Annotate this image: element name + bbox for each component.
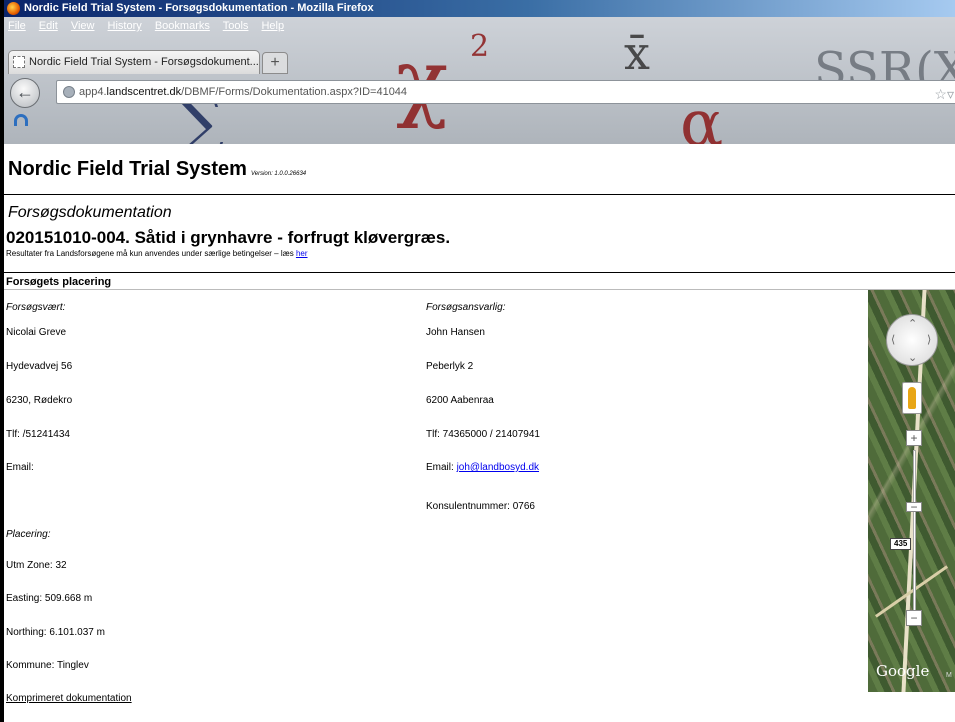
responsible-email-label: Email:: [426, 462, 454, 473]
host-name: Nicolai Greve: [6, 327, 67, 338]
northing: Northing: 6.101.037 m: [6, 627, 105, 638]
zoom-out-button[interactable]: −: [906, 610, 922, 626]
section-underline: [4, 289, 955, 290]
usage-notice-text: Resultater fra Landsforsøgene må kun anv…: [6, 249, 294, 258]
bookmark-star-icon[interactable]: ☆▿: [934, 83, 954, 105]
firefox-logo-icon: [7, 2, 20, 15]
tab-label: Nordic Field Trial System - Forsøgsdokum…: [29, 56, 259, 68]
host-label: Forsøgsvært:: [6, 302, 66, 313]
zoom-in-button[interactable]: +: [906, 430, 922, 446]
zoom-slider-track[interactable]: [913, 450, 916, 620]
street-view-pegman-icon[interactable]: [902, 382, 922, 414]
url-path: /DBMF/Forms/Dokumentation.aspx?ID=41044: [181, 86, 408, 98]
section-heading: Forsøgets placering: [6, 276, 112, 288]
responsible-city: 6200 Aabenraa: [426, 395, 494, 406]
window-titlebar: Nordic Field Trial System - Forsøgsdokum…: [4, 0, 955, 17]
responsible-email: Email: joh@landbosyd.dk: [426, 462, 539, 473]
url-prefix: app4.: [79, 86, 107, 98]
menu-bar: File Edit View History Bookmarks Tools H…: [4, 17, 955, 36]
pan-right-icon[interactable]: ⟩: [927, 333, 931, 346]
route-number-badge: 435: [890, 538, 912, 550]
url-domain: landscentret.dk: [106, 86, 182, 98]
section-divider: [4, 272, 955, 273]
utm-zone: Utm Zone: 32: [6, 560, 67, 571]
zoom-slider-handle[interactable]: −: [906, 501, 922, 513]
consultant-number: Konsulentnummer: 0766: [426, 501, 535, 512]
map-terms-label[interactable]: M: [946, 672, 952, 679]
pan-down-icon[interactable]: ⌄: [908, 351, 917, 364]
navigation-bar: ← app4.landscentret.dk/DBMF/Forms/Dokume…: [4, 74, 955, 108]
map-pan-control[interactable]: ⌃ ⌄ ⟨ ⟩: [886, 314, 938, 366]
menu-file[interactable]: File: [8, 20, 26, 32]
location-map[interactable]: ⌃ ⌄ ⟨ ⟩ + − − 435 Google M: [868, 290, 955, 692]
menu-edit[interactable]: Edit: [39, 20, 58, 32]
menu-help[interactable]: Help: [261, 20, 284, 32]
page-content: Nordic Field Trial System Version: 1.0.0.…: [4, 144, 955, 722]
page-favicon-icon: [13, 56, 25, 68]
usage-notice-link[interactable]: her: [296, 249, 308, 258]
menu-history[interactable]: History: [108, 20, 142, 32]
address-bar[interactable]: app4.landscentret.dk/DBMF/Forms/Dokument…: [56, 80, 955, 104]
new-tab-button[interactable]: +: [262, 52, 288, 74]
browser-tab[interactable]: Nordic Field Trial System - Forsøgsdokum…: [8, 50, 260, 74]
usage-notice: Resultater fra Landsforsøgene må kun anv…: [6, 249, 308, 258]
header-divider: [4, 194, 955, 195]
responsible-email-link[interactable]: joh@landbosyd.dk: [457, 462, 539, 473]
host-address: Hydevadvej 56: [6, 361, 73, 372]
responsible-phone: Tlf: 74365000 / 21407941: [426, 429, 540, 440]
system-title: Nordic Field Trial System Version: 1.0.0.…: [8, 158, 306, 181]
pan-left-icon[interactable]: ⟨: [891, 333, 895, 346]
wifi-icon: [14, 114, 28, 126]
browser-chrome: χ 2 x̄ α ∑ SSR(X Nordic Field Trial Syst…: [4, 0, 955, 144]
menu-bookmarks[interactable]: Bookmarks: [155, 20, 210, 32]
back-button[interactable]: ←: [10, 78, 40, 108]
kommune: Kommune: Tinglev: [6, 660, 89, 671]
bg-superscript-symbol: 2: [470, 29, 490, 64]
system-title-text: Nordic Field Trial System: [8, 158, 247, 180]
version-label: Version: 1.0.0.26634: [250, 171, 307, 177]
bg-xbar-symbol: x̄: [624, 26, 650, 80]
window-title: Nordic Field Trial System - Forsøgsdokum…: [24, 2, 374, 14]
google-logo: Google: [876, 662, 930, 680]
host-phone: Tlf: /51241434: [6, 429, 70, 440]
back-arrow-icon: ←: [16, 82, 34, 102]
responsible-name: John Hansen: [426, 327, 485, 338]
host-city: 6230, Rødekro: [6, 395, 73, 406]
trial-title: 020151010-004. Såtid i grynhavre - forfr…: [6, 228, 451, 247]
responsible-address: Peberlyk 2: [426, 361, 474, 372]
host-email-label: Email:: [6, 462, 34, 473]
site-identity-icon[interactable]: [63, 86, 75, 98]
document-heading: Forsøgsdokumentation: [8, 204, 172, 221]
responsible-label: Forsøgsansvarlig:: [426, 302, 506, 313]
pan-up-icon[interactable]: ⌃: [908, 317, 917, 330]
easting: Easting: 509.668 m: [6, 593, 93, 604]
menu-tools[interactable]: Tools: [223, 20, 249, 32]
compressed-documentation-link[interactable]: Komprimeret dokumentation: [6, 693, 132, 704]
placement-label: Placering:: [6, 529, 51, 540]
menu-view[interactable]: View: [71, 20, 95, 32]
